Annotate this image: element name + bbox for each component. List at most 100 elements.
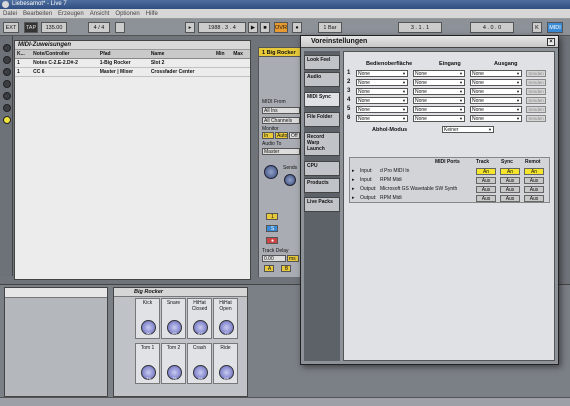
expand-icon[interactable]: ▸ bbox=[352, 194, 355, 203]
crossfade-a-button[interactable]: A bbox=[264, 265, 274, 272]
drum-pad[interactable]: HiHat Closed 67 bbox=[187, 298, 212, 339]
monitor-off-button[interactable]: Off bbox=[289, 132, 300, 139]
menu-create[interactable]: Erzeugen bbox=[55, 9, 87, 19]
col-max[interactable]: Max bbox=[231, 50, 250, 59]
follow-icon[interactable]: ▸ bbox=[185, 22, 195, 33]
cell-min[interactable] bbox=[213, 67, 232, 77]
col-min[interactable]: Min bbox=[213, 50, 232, 59]
menu-file[interactable]: Datei bbox=[0, 9, 20, 19]
port-remote-toggle[interactable]: Aus bbox=[524, 195, 544, 202]
close-icon[interactable]: × bbox=[547, 38, 555, 46]
ext-sync-button[interactable]: EXT bbox=[3, 22, 19, 33]
tempo-field[interactable]: 135.00 bbox=[41, 22, 67, 33]
stop-button[interactable]: ■ bbox=[260, 22, 270, 33]
input-select[interactable]: None ▼ bbox=[413, 70, 465, 77]
surface-select[interactable]: None ▼ bbox=[356, 88, 408, 95]
midi-map-button[interactable]: MIDI bbox=[547, 22, 563, 33]
output-select[interactable]: None ▼ bbox=[470, 88, 522, 95]
tab-record-warp-launch[interactable]: Record Warp Launch bbox=[304, 132, 340, 156]
monitor-in-button[interactable]: In bbox=[262, 132, 274, 139]
port-sync-toggle[interactable]: An bbox=[500, 168, 520, 175]
input-select[interactable]: None ▼ bbox=[413, 88, 465, 95]
pad-volume-knob[interactable]: 79 bbox=[141, 365, 156, 381]
takeover-select[interactable]: Keiner ▼ bbox=[442, 126, 494, 133]
expand-icon[interactable]: ▸ bbox=[352, 167, 355, 176]
dump-button[interactable]: Senden bbox=[526, 115, 546, 122]
record-button[interactable]: ● bbox=[292, 22, 302, 33]
tab-look-feel[interactable]: Look Feel bbox=[304, 55, 340, 70]
surface-select[interactable]: None ▼ bbox=[356, 106, 408, 113]
solo-button[interactable]: S bbox=[266, 225, 278, 232]
drum-pad[interactable]: Tom 1 79 bbox=[135, 343, 160, 384]
output-select[interactable]: None ▼ bbox=[470, 70, 522, 77]
tab-live-packs[interactable]: Live Packs bbox=[304, 197, 340, 212]
surface-select[interactable]: None ▼ bbox=[356, 97, 408, 104]
input-select[interactable]: None ▼ bbox=[413, 97, 465, 104]
surface-select[interactable]: None ▼ bbox=[356, 79, 408, 86]
pad-volume-knob[interactable]: 90 bbox=[141, 320, 156, 336]
loop-start-field[interactable]: 3 . 1 . 1 bbox=[398, 22, 442, 33]
drum-pad[interactable]: HiHat Open 72 bbox=[213, 298, 238, 339]
tab-midi-sync[interactable]: MIDI Sync bbox=[304, 92, 340, 107]
port-remote-toggle[interactable]: An bbox=[524, 168, 544, 175]
pad-volume-knob[interactable]: 68 bbox=[193, 365, 208, 381]
tab-audio[interactable]: Audio bbox=[304, 72, 340, 87]
col-path[interactable]: Pfad bbox=[97, 50, 149, 59]
arrangement-position[interactable]: 1988 . 3 . 4 bbox=[198, 22, 246, 33]
key-map-button[interactable]: K bbox=[532, 22, 542, 33]
port-track-toggle[interactable]: An bbox=[476, 168, 496, 175]
file-browser2-icon[interactable] bbox=[3, 92, 11, 100]
port-remote-toggle[interactable]: Aus bbox=[524, 177, 544, 184]
overdub-button[interactable]: OVR bbox=[274, 22, 288, 33]
pad-volume-knob[interactable]: 83 bbox=[167, 320, 182, 336]
tap-button[interactable]: TAP bbox=[24, 22, 38, 33]
output-select[interactable]: None ▼ bbox=[470, 115, 522, 122]
dump-button[interactable]: Senden bbox=[526, 70, 546, 77]
table-row[interactable]: 1 CC 6 Master | Mixer Crossfader Center bbox=[15, 67, 250, 77]
hot-swap-icon[interactable] bbox=[3, 116, 11, 124]
menu-options[interactable]: Optionen bbox=[112, 9, 142, 19]
track-delay-unit[interactable]: ms bbox=[287, 255, 299, 262]
midi-channel-select[interactable]: All Channels bbox=[262, 117, 300, 124]
col-note-controller[interactable]: Note/Controller bbox=[31, 50, 98, 59]
time-signature-field[interactable]: 4 / 4 bbox=[88, 22, 110, 33]
tab-cpu[interactable]: CPU bbox=[304, 161, 340, 176]
port-track-toggle[interactable]: Aus bbox=[476, 177, 496, 184]
crossfade-b-button[interactable]: B bbox=[281, 265, 291, 272]
drum-pad[interactable]: Crash 68 bbox=[187, 343, 212, 384]
file-browser-icon[interactable] bbox=[3, 80, 11, 88]
arm-button[interactable]: ● bbox=[266, 237, 278, 244]
metronome-icon[interactable] bbox=[115, 22, 125, 33]
browser-toggle-icon[interactable] bbox=[3, 44, 11, 52]
pad-volume-knob[interactable]: 64 bbox=[219, 365, 234, 381]
pan-knob[interactable] bbox=[264, 165, 278, 179]
drum-pad[interactable]: Snare 83 bbox=[161, 298, 186, 339]
input-select[interactable]: None ▼ bbox=[413, 115, 465, 122]
pad-volume-knob[interactable]: 67 bbox=[193, 320, 208, 336]
dump-button[interactable]: Senden bbox=[526, 88, 546, 95]
drum-pad[interactable]: Ride 64 bbox=[213, 343, 238, 384]
file-browser3-icon[interactable] bbox=[3, 104, 11, 112]
drum-pad[interactable]: Tom 2 76 bbox=[161, 343, 186, 384]
input-select[interactable]: None ▼ bbox=[413, 79, 465, 86]
surface-select[interactable]: None ▼ bbox=[356, 115, 408, 122]
pad-volume-knob[interactable]: 76 bbox=[167, 365, 182, 381]
port-remote-toggle[interactable]: Aus bbox=[524, 186, 544, 193]
expand-icon[interactable]: ▸ bbox=[352, 176, 355, 185]
track-delay-field[interactable]: 0.00 bbox=[262, 255, 286, 262]
midi-from-select[interactable]: All Ins bbox=[262, 107, 300, 114]
menu-view[interactable]: Ansicht bbox=[87, 9, 113, 19]
table-row[interactable]: 1 Notes C-2.E-2.D#-2 1-Big Rocker Slot 2 bbox=[15, 58, 250, 68]
output-select[interactable]: None ▼ bbox=[470, 106, 522, 113]
audio-to-select[interactable]: Master bbox=[262, 148, 300, 155]
cell-max[interactable] bbox=[231, 58, 250, 68]
pad-volume-knob[interactable]: 72 bbox=[219, 320, 234, 336]
plugin-browser-icon[interactable] bbox=[3, 68, 11, 76]
tab-file-folder[interactable]: File Folder bbox=[304, 112, 340, 127]
surface-select[interactable]: None ▼ bbox=[356, 70, 408, 77]
dump-button[interactable]: Senden bbox=[526, 79, 546, 86]
send-a-knob[interactable] bbox=[284, 174, 296, 186]
dump-button[interactable]: Senden bbox=[526, 106, 546, 113]
port-sync-toggle[interactable]: Aus bbox=[500, 195, 520, 202]
col-channel[interactable]: K... bbox=[15, 50, 32, 59]
